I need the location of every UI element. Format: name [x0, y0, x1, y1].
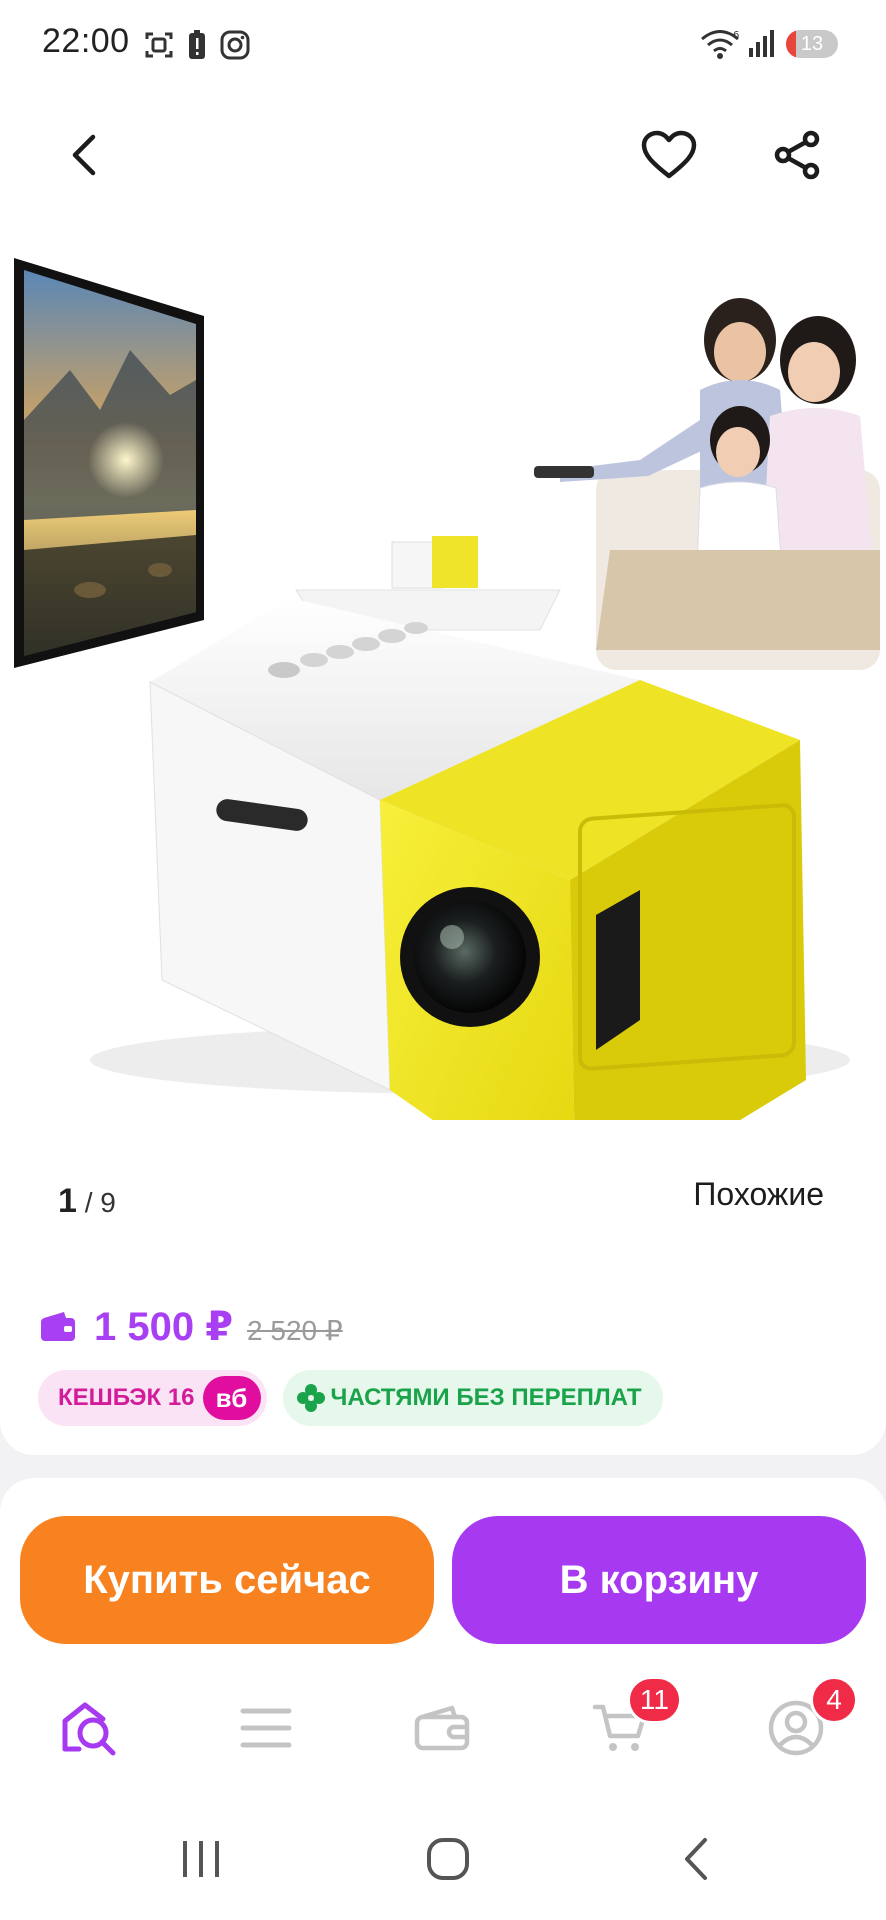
gallery-footer: 1 / 9 Похожие	[0, 1120, 886, 1250]
tab-bar: 11 4	[0, 1668, 886, 1800]
share-icon[interactable]	[762, 120, 832, 190]
top-nav	[0, 90, 886, 220]
tab-wallet[interactable]	[402, 1690, 482, 1770]
battery-level: 13	[800, 33, 824, 55]
wallet-price-icon	[40, 1312, 76, 1342]
heart-icon[interactable]	[634, 120, 704, 190]
add-to-cart-button[interactable]: В корзину	[452, 1516, 866, 1644]
wallet-icon	[414, 1705, 470, 1756]
wb-tag: вб	[202, 1376, 261, 1420]
action-bar: Купить сейчас В корзину	[0, 1478, 886, 1668]
signal-icon	[748, 28, 776, 63]
installments-badge[interactable]: ЧАСТЯМИ БЕЗ ПЕРЕПЛАТ	[282, 1370, 664, 1426]
wifi-icon: 6	[700, 28, 742, 65]
product-image[interactable]	[0, 220, 886, 1120]
instagram-icon	[220, 30, 250, 65]
image-counter-total: 9	[100, 1187, 116, 1218]
status-time: 22:00	[42, 22, 130, 60]
cashback-badge[interactable]: КЕШБЭК 16 вб	[38, 1370, 267, 1426]
profile-badge: 4	[810, 1676, 858, 1724]
image-counter-current: 1	[58, 1182, 77, 1220]
system-nav	[0, 1800, 886, 1920]
similar-button[interactable]: Похожие	[693, 1176, 824, 1213]
tab-cart[interactable]: 11	[580, 1676, 682, 1770]
back-icon[interactable]	[662, 1824, 732, 1894]
home-icon[interactable]	[413, 1824, 483, 1894]
price-row: 1 500 ₽ 2 520 ₽	[40, 1302, 343, 1352]
status-bar: 22:00 6 13	[0, 0, 886, 90]
tab-catalog[interactable]	[226, 1690, 306, 1770]
cashback-label: КЕШБЭК 16	[58, 1384, 195, 1411]
battery-indicator: 13	[786, 30, 838, 58]
tab-home[interactable]	[50, 1690, 130, 1770]
battery-alert-icon	[188, 30, 206, 65]
image-counter-separator: /	[76, 1187, 101, 1218]
svg-text:6: 6	[733, 30, 739, 41]
screenshot-icon	[144, 30, 174, 65]
current-price: 1 500 ₽	[94, 1305, 234, 1349]
home-search-icon	[59, 1699, 121, 1762]
buy-now-button[interactable]: Купить сейчас	[20, 1516, 434, 1644]
clover-icon	[295, 1382, 327, 1414]
back-arrow-icon[interactable]	[50, 120, 120, 190]
tab-profile[interactable]: 4	[756, 1676, 858, 1770]
image-counter: 1 / 9	[58, 1182, 116, 1221]
badges: КЕШБЭК 16 вб ЧАСТЯМИ БЕЗ ПЕРЕПЛАТ	[38, 1370, 664, 1426]
price-card: 1 500 ₽ 2 520 ₽ КЕШБЭК 16 вб ЧАСТЯМИ БЕЗ…	[0, 1250, 886, 1455]
installments-label: ЧАСТЯМИ БЕЗ ПЕРЕПЛАТ	[330, 1384, 642, 1411]
recents-icon[interactable]	[166, 1824, 236, 1894]
cart-badge: 11	[626, 1676, 682, 1724]
old-price: 2 520 ₽	[247, 1314, 343, 1346]
menu-icon	[240, 1707, 292, 1754]
